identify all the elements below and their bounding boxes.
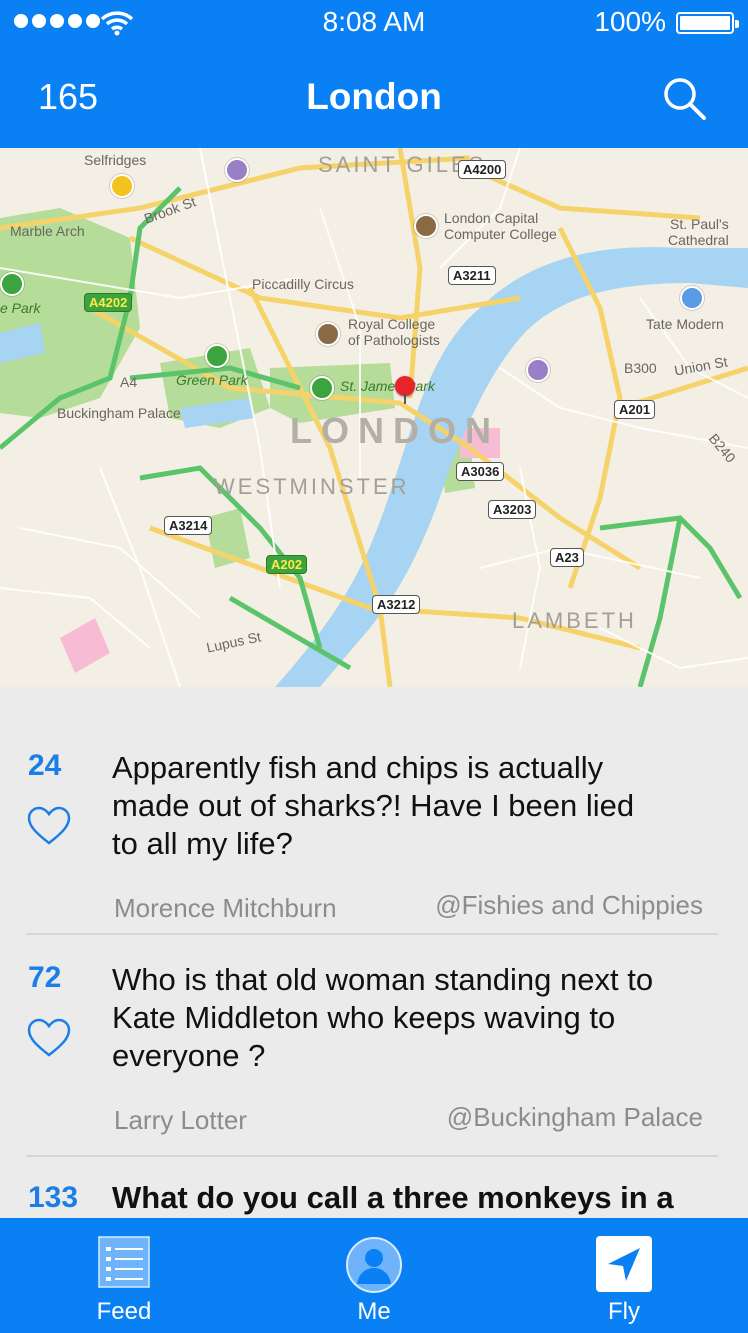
road-shield-a4200: A4200 (458, 160, 507, 179)
road-shield-a201: A201 (614, 400, 656, 419)
road-shield-a3214: A3214 (164, 516, 213, 535)
road-shield-a4202: A4202 (84, 293, 133, 312)
map-label-st-pauls: St. Paul's (670, 216, 729, 232)
college-icon[interactable] (316, 322, 340, 346)
post-text: Who is that old woman standing next to K… (112, 961, 732, 1075)
list-icon (98, 1236, 150, 1288)
post-place[interactable]: @Fishies and Chippies (435, 890, 703, 921)
tab-fly-label: Fly (608, 1298, 640, 1325)
battery-percent: 100% (594, 6, 666, 37)
post-text-line: everyone ? (112, 1038, 266, 1073)
heart-icon[interactable] (26, 805, 72, 847)
map-label-computer-college: Computer College (444, 226, 557, 242)
map-label-buckingham-palace: Buckingham Palace (57, 405, 181, 421)
navigation-bar: 8:08 AM 100% 165 London (0, 0, 748, 148)
post-text-line: Kate Middleton who keeps waving to (112, 1000, 616, 1035)
road-shield-a3203: A3203 (488, 500, 537, 519)
map-label-st-james-park: St. James Park (340, 378, 435, 394)
vote-count: 24 (28, 749, 62, 782)
road-shield-a3212: A3212 (372, 595, 421, 614)
person-icon (346, 1237, 402, 1293)
park-icon[interactable] (205, 344, 229, 368)
road-shield-a3211: A3211 (448, 266, 496, 285)
post-text-line: Apparently fish and chips is actually (112, 750, 604, 785)
divider (26, 1155, 718, 1157)
feed-list[interactable]: 24 Apparently fish and chips is actually… (0, 687, 748, 1218)
museum-icon[interactable] (680, 286, 704, 310)
college-icon[interactable] (414, 214, 438, 238)
map-label-park: e Park (0, 300, 41, 316)
map-label-a4: A4 (120, 374, 138, 390)
map-label-pathologists: of Pathologists (348, 332, 440, 348)
map-label-piccadilly: Piccadilly Circus (252, 276, 354, 292)
train-station-icon[interactable] (526, 358, 550, 382)
road-shield-a23: A23 (550, 548, 584, 567)
post-text-line: to all my life? (112, 826, 293, 861)
search-icon[interactable] (660, 74, 708, 122)
tab-bar: Feed Me Fly (0, 1218, 748, 1333)
vote-count: 133 (28, 1181, 79, 1214)
map-label-london-capital: London Capital (444, 210, 539, 226)
tab-me[interactable]: Me (299, 1218, 449, 1333)
tab-fly[interactable]: Fly (549, 1218, 699, 1333)
heart-icon[interactable] (26, 1017, 72, 1059)
map-label-london: LONDON (290, 410, 500, 451)
park-icon[interactable] (310, 376, 334, 400)
page-title: London (306, 76, 442, 117)
park-icon[interactable] (0, 272, 24, 296)
status-bar: 8:08 AM 100% (0, 0, 748, 46)
map-label-selfridges: Selfridges (84, 152, 147, 168)
post-text-line: Who is that old woman standing next to (112, 962, 654, 997)
post-text: Apparently fish and chips is actually ma… (112, 749, 732, 863)
shopping-icon[interactable] (110, 174, 134, 198)
post-place[interactable]: @Buckingham Palace (447, 1102, 703, 1133)
post-text-line: What do you call a three monkeys in a (112, 1180, 674, 1215)
map-label-lambeth: LAMBETH (512, 608, 637, 633)
map-label-cathedral: Cathedral (668, 232, 729, 248)
post-text: What do you call a three monkeys in a (112, 1179, 732, 1217)
road-shield-a202: A202 (266, 555, 308, 574)
location-pin-stem (404, 394, 406, 404)
divider (26, 933, 718, 935)
map-label-marble-arch: Marble Arch (10, 223, 85, 239)
road-shield-a3036: A3036 (456, 462, 505, 481)
location-pin-icon[interactable] (395, 376, 415, 396)
tab-feed-label: Feed (96, 1298, 152, 1325)
post-author[interactable]: Larry Lotter (114, 1105, 247, 1136)
map-label-westminster: WESTMINSTER (214, 474, 410, 499)
train-station-icon[interactable] (225, 158, 249, 182)
map-view[interactable]: Selfridges SAINT GILES Brook St Marble A… (0, 148, 748, 687)
post-author[interactable]: Morence Mitchburn (114, 893, 337, 924)
vote-count: 72 (28, 961, 62, 994)
location-arrow-icon (596, 1236, 652, 1292)
tab-me-label: Me (357, 1298, 391, 1325)
map-label-royal-college: Royal College (348, 316, 436, 332)
map-label-tate-modern: Tate Modern (646, 316, 724, 332)
tab-feed[interactable]: Feed (49, 1218, 199, 1333)
map-label-green-park: Green Park (176, 372, 248, 388)
post-text-line: made out of sharks?! Have I been lied (112, 788, 635, 823)
map-label-b300: B300 (624, 360, 657, 376)
battery-icon (676, 12, 739, 34)
